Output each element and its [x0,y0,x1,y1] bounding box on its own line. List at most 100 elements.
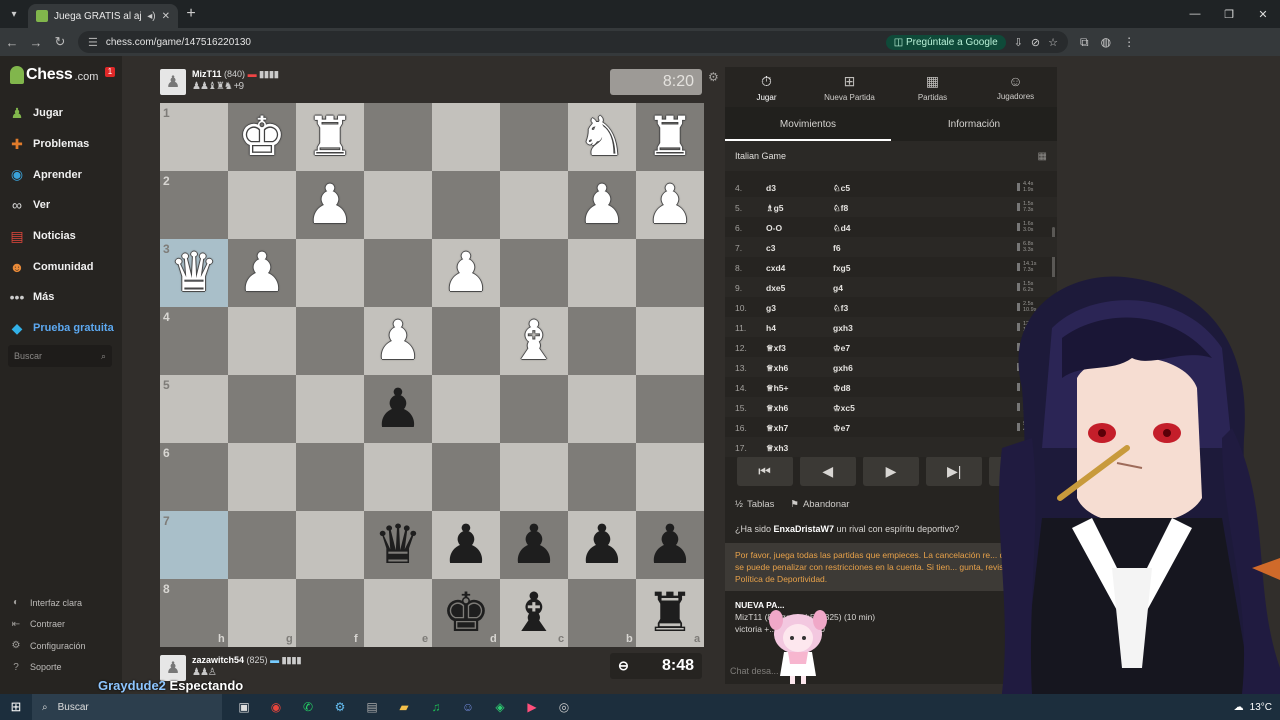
windows-start-icon[interactable]: ⊞ [0,699,32,715]
board-square[interactable] [160,443,228,511]
black-move[interactable]: fxg5 [833,263,850,273]
resign-button[interactable]: ⚑ Abandonar [790,499,849,510]
black-move[interactable]: gxh3 [833,323,853,333]
white-move[interactable]: ♕xh3 [766,443,788,454]
black-pawn-piece[interactable]: ♟ [432,511,500,579]
board-square[interactable] [432,171,500,239]
sidebar-item-4[interactable]: ▤ Noticias [0,221,122,252]
board-square[interactable] [500,103,568,171]
black-move[interactable]: ♘c5 [833,183,850,194]
tab-movimientos[interactable]: Movimientos [725,107,891,141]
player-name[interactable]: zazawitch54 [192,655,244,665]
white-bishop-piece[interactable]: ♝ [500,307,568,375]
sidebar-item-5[interactable]: ☻ Comunidad [0,251,122,282]
board-square[interactable] [432,375,500,443]
black-rook-piece[interactable]: ♜ [636,579,704,647]
black-move[interactable]: ♔e7 [833,343,850,354]
white-move[interactable]: O-O [766,223,782,233]
spotify-icon[interactable]: ♫ [424,696,448,718]
black-queen-piece[interactable]: ♛ [364,511,432,579]
black-pawn-piece[interactable]: ♟ [364,375,432,443]
tab-audio-icon[interactable]: ◂) [147,11,155,22]
white-knight-piece[interactable]: ♞ [568,103,636,171]
sidebar-item-0[interactable]: ♟ Jugar [0,98,122,129]
white-move[interactable]: g3 [766,303,776,313]
temperature[interactable]: 13°C [1250,702,1272,713]
board-square[interactable] [500,239,568,307]
board-square[interactable] [636,375,704,443]
new-tab-button[interactable]: + [178,5,204,23]
sidebar-item-7[interactable]: ◆ Prueba gratuita [0,313,122,344]
notification-badge[interactable]: 1 [105,67,115,77]
white-pawn-piece[interactable]: ♟ [364,307,432,375]
white-rook-piece[interactable]: ♜ [636,103,704,171]
chrome-icon[interactable]: ◉ [264,696,288,718]
move-row[interactable]: 7. c3 f6 6.8s 3.3s [725,237,1057,257]
black-pawn-piece[interactable]: ♟ [636,511,704,579]
chesscom-logo[interactable]: Chess .com [10,66,98,84]
board-square[interactable] [160,307,228,375]
profile-icon[interactable]: ◍ [1101,35,1111,50]
tab-close-icon[interactable]: ✕ [162,11,170,22]
board-square[interactable] [228,511,296,579]
opening-name[interactable]: Italian Game [735,151,786,161]
black-move[interactable]: ♔d8 [833,383,851,394]
media-icon[interactable]: ▶ [520,696,544,718]
white-move[interactable]: ♕h5+ [766,383,789,394]
white-pawn-piece[interactable]: ♟ [228,239,296,307]
player-name[interactable]: MizT11 [192,69,222,79]
sidebar-item-3[interactable]: ∞ Ver [0,190,122,221]
trash-icon[interactable]: ▦ [1038,151,1047,162]
back-icon[interactable]: ← [0,28,24,56]
prev-move-icon[interactable]: ◀ [799,456,856,486]
panel-tab-0[interactable]: ⏱ Jugar [725,67,808,107]
forward-icon[interactable]: → [24,28,48,56]
board-square[interactable] [432,307,500,375]
omnibox[interactable]: ☰ chess.com/game/147516220130 ◫ Pregúnta… [78,31,1068,53]
board-square[interactable] [160,171,228,239]
browser-tab[interactable]: Juega GRATIS al ajedrez on ◂) ✕ [28,4,178,28]
taskbar-search[interactable]: ⌕ Buscar [32,694,222,720]
white-queen-piece[interactable]: ♛ [160,239,228,307]
board-square[interactable] [228,443,296,511]
close-window-icon[interactable]: ✕ [1246,0,1280,28]
draw-button[interactable]: ½ Tablas [735,499,774,510]
eye-off-icon[interactable]: ⊘ [1031,36,1040,49]
whatsapp-icon[interactable]: ✆ [296,696,320,718]
board-square[interactable] [228,171,296,239]
url-text[interactable]: chess.com/game/147516220130 [106,37,878,48]
board-square[interactable] [568,307,636,375]
white-move[interactable]: ♕xh6 [766,403,788,414]
black-move[interactable]: ♘d4 [833,223,851,234]
game-icon[interactable]: ◈ [488,696,512,718]
google-lens-chip[interactable]: ◫ Pregúntale a Google [885,34,1006,50]
steam-icon[interactable]: ⚙ [328,696,352,718]
sidebar-footer-item[interactable]: ? Soporte [0,657,122,679]
site-info-icon[interactable]: ☰ [88,36,98,49]
board-square[interactable] [296,511,364,579]
sidebar-footer-item[interactable]: ◐ Interfaz clara [0,592,122,614]
sidebar-item-1[interactable]: ✚ Problemas [0,129,122,160]
menu-kebab-icon[interactable]: ⋮ [1123,35,1135,50]
board-square[interactable] [432,103,500,171]
board-settings-icon[interactable]: ⚙ [708,70,719,84]
task-view-icon[interactable]: ▣ [232,696,256,718]
sidebar-item-2[interactable]: ◉ Aprender [0,159,122,190]
board-square[interactable] [432,443,500,511]
restore-icon[interactable]: ❐ [1212,0,1246,28]
panel-tab-2[interactable]: ▦ Partidas [891,67,974,107]
tab-list-icon[interactable]: ▾ [0,0,28,28]
board-square[interactable] [228,307,296,375]
board-square[interactable] [500,171,568,239]
board-square[interactable] [364,103,432,171]
board-square[interactable] [568,375,636,443]
play-icon[interactable]: ▶ [862,456,919,486]
white-move[interactable]: cxd4 [766,263,785,273]
discord-icon[interactable]: ☺ [456,696,480,718]
avatar[interactable]: ♟ [160,69,186,95]
board-square[interactable] [364,171,432,239]
board-square[interactable] [296,239,364,307]
board-square[interactable] [568,443,636,511]
white-pawn-piece[interactable]: ♟ [568,171,636,239]
extensions-icon[interactable]: ⧉ [1080,35,1089,50]
